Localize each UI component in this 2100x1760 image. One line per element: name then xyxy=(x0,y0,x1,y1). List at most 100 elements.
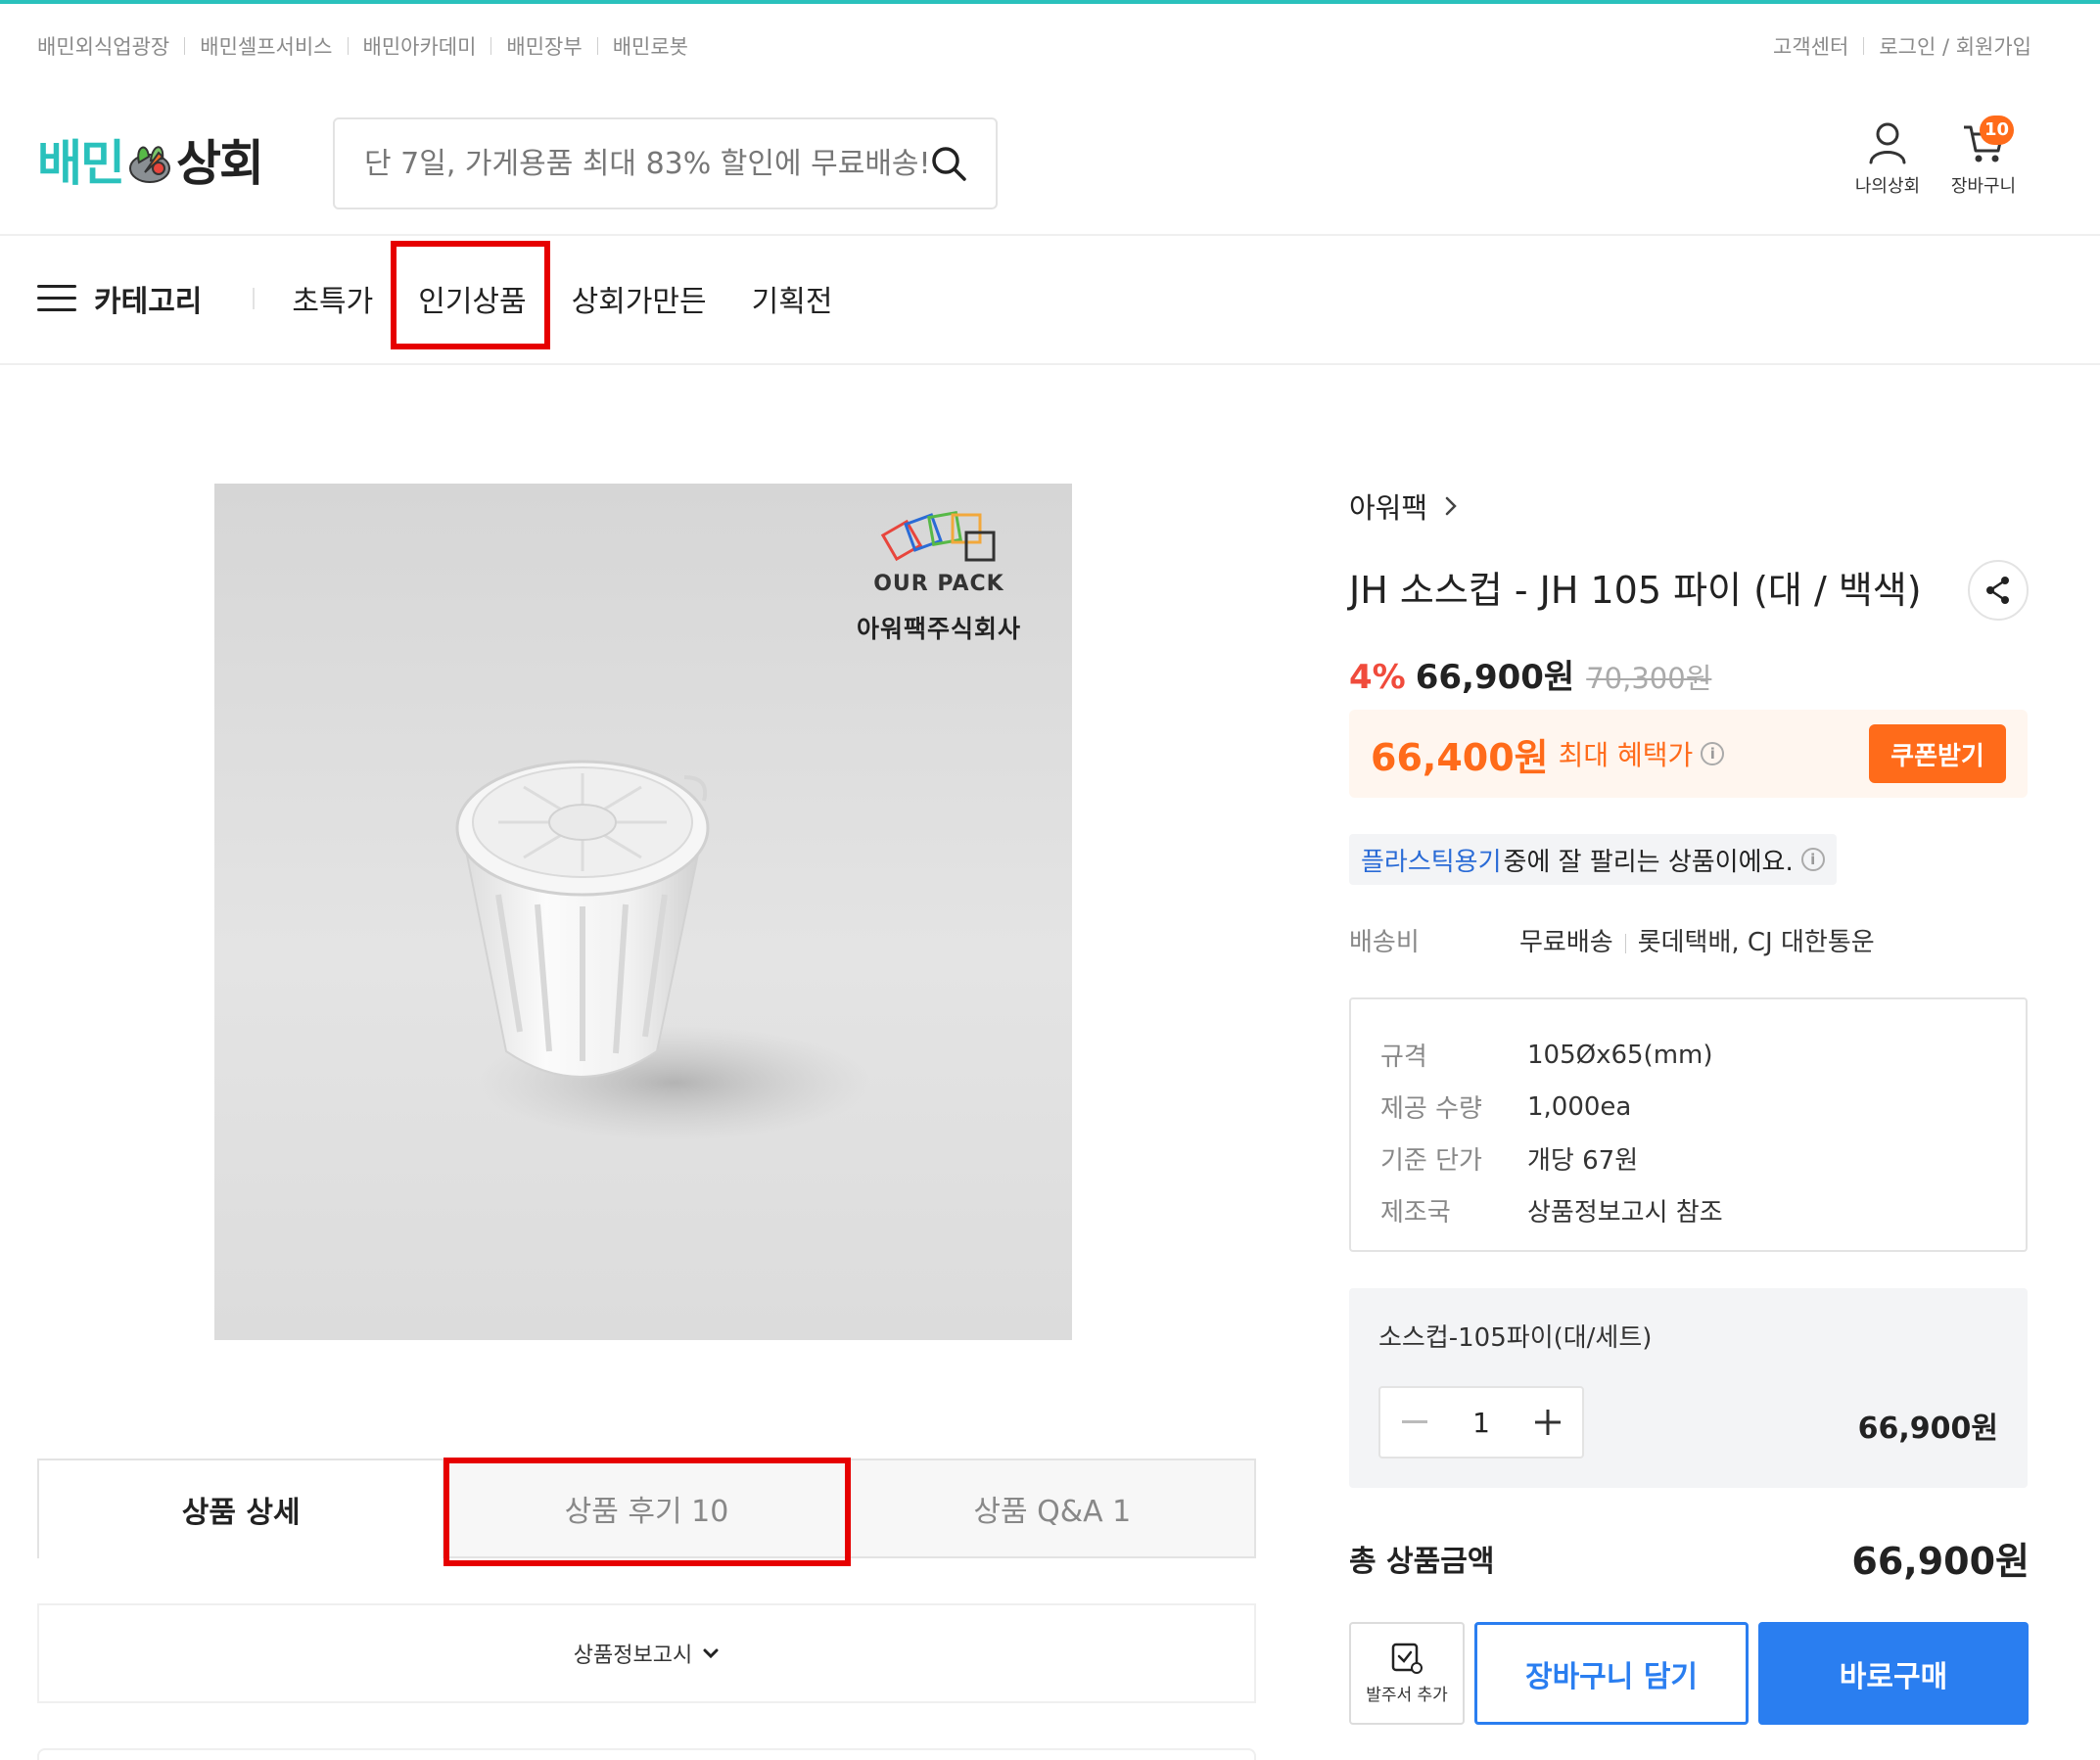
nav-item-exhibitions[interactable]: 기획전 xyxy=(752,277,833,320)
shipping-fee: 무료배송 xyxy=(1519,928,1613,957)
add-to-cart-button[interactable]: 장바구니 담기 xyxy=(1474,1622,1749,1725)
benefit-price: 66,400원 xyxy=(1371,735,1549,779)
logo-text-baemin: 배민 xyxy=(37,135,125,192)
shipping-value: 무료배송 롯데택배, CJ 대한통운 xyxy=(1519,922,1875,958)
tab-product-detail[interactable]: 상품 상세 xyxy=(37,1459,445,1558)
account-links: 고객센터 로그인 / 회원가입 xyxy=(1773,29,2031,63)
quantity-value[interactable]: 1 xyxy=(1449,1407,1514,1439)
divider xyxy=(184,37,186,55)
cart-label: 장바구니 xyxy=(1950,176,2017,197)
decrease-quantity-button[interactable] xyxy=(1380,1388,1449,1457)
spec-label: 제공 수량 xyxy=(1380,1094,1482,1124)
product-title: JH 소스컵 - JH 105 파이 (대 / 백색) xyxy=(1349,569,1922,612)
price-row: 4% 66,900원 70,300원 xyxy=(1349,650,1711,698)
divider xyxy=(490,37,492,55)
util-link-academy[interactable]: 배민아카데미 xyxy=(363,31,477,61)
divider xyxy=(1863,37,1865,55)
highlight-reviews-tab xyxy=(443,1458,851,1566)
cart-count-badge: 10 xyxy=(1979,116,2014,145)
add-to-order-sheet-button[interactable]: 발주서 추가 xyxy=(1349,1622,1465,1725)
chevron-right-icon xyxy=(1445,496,1457,516)
vegetable-basket-icon xyxy=(129,146,170,183)
product-image[interactable]: OUR PACK 아워팩주식회사 xyxy=(214,484,1072,1340)
buy-now-button[interactable]: 바로구매 xyxy=(1758,1622,2029,1725)
spec-value: 1,000ea xyxy=(1527,1091,1632,1122)
shipping-label: 배송비 xyxy=(1349,928,1420,957)
selected-option-box: 소스컵-105파이(대/세트) 1 66,900원 xyxy=(1349,1288,2028,1488)
divider xyxy=(347,37,349,55)
search-icon[interactable] xyxy=(929,144,968,183)
divider xyxy=(1624,933,1626,953)
spec-row: 규격 105Øx65(mm) xyxy=(1380,1029,1996,1081)
utility-links: 배민외식업광장 배민셀프서비스 배민아카데미 배민장부 배민로봇 xyxy=(37,29,688,63)
spec-table: 규격 105Øx65(mm) 제공 수량 1,000ea 기준 단가 개당 67… xyxy=(1349,997,2028,1252)
top-accent-bar xyxy=(0,0,2100,4)
spec-value: 상품정보고시 참조 xyxy=(1527,1198,1723,1227)
info-icon[interactable]: i xyxy=(1701,742,1725,765)
plus-icon xyxy=(1535,1410,1561,1435)
total-label: 총 상품금액 xyxy=(1349,1545,1495,1579)
total-price: 66,900원 xyxy=(1851,1540,2030,1583)
sale-price: 66,900원 xyxy=(1415,658,1575,697)
info-notice-label: 상품정보고시 xyxy=(573,1644,693,1668)
spec-row: 기준 단가 개당 67원 xyxy=(1380,1133,1996,1184)
spec-value: 개당 67원 xyxy=(1527,1146,1639,1176)
divider xyxy=(596,37,598,55)
tab-qna[interactable]: 상품 Q&A 1 xyxy=(850,1459,1256,1558)
util-link-self-service[interactable]: 배민셀프서비스 xyxy=(200,31,332,61)
search-bar xyxy=(333,117,998,209)
get-coupon-button[interactable]: 쿠폰받기 xyxy=(1869,724,2006,783)
category-menu-button[interactable]: 카테고리 xyxy=(37,277,202,320)
nav-divider xyxy=(0,363,2100,365)
util-link-robot[interactable]: 배민로봇 xyxy=(613,31,688,61)
product-info-notice-toggle[interactable]: 상품정보고시 xyxy=(37,1603,1256,1703)
logo-text-sanghoe: 상회 xyxy=(176,135,264,192)
sauce-cup-illustration xyxy=(455,760,870,1141)
spec-row: 제조국 상품정보고시 참조 xyxy=(1380,1184,1996,1236)
nav-item-super-deal[interactable]: 초특가 xyxy=(292,277,373,320)
popular-badge: 플라스틱용기 중에 잘 팔리는 상품이에요. i xyxy=(1349,834,1837,885)
spec-label: 기준 단가 xyxy=(1380,1146,1482,1176)
spec-label: 규격 xyxy=(1380,1042,1427,1072)
search-input[interactable] xyxy=(364,146,929,181)
minus-icon xyxy=(1402,1420,1427,1423)
util-link-foodservice[interactable]: 배민외식업광장 xyxy=(37,31,169,61)
my-store-button[interactable]: 나의상회 xyxy=(1843,121,1932,198)
increase-quantity-button[interactable] xyxy=(1514,1388,1582,1457)
header-divider xyxy=(0,234,2100,236)
login-signup-link[interactable]: 로그인 / 회원가입 xyxy=(1879,31,2031,61)
order-sheet-icon xyxy=(1391,1643,1423,1674)
popular-text: 중에 잘 팔리는 상품이에요. xyxy=(1503,847,1794,877)
shipping-carrier: 롯데택배, CJ 대한통운 xyxy=(1637,928,1875,957)
spec-row: 제공 수량 1,000ea xyxy=(1380,1081,1996,1133)
spec-value: 105Øx65(mm) xyxy=(1527,1040,1713,1070)
discount-rate: 4% xyxy=(1349,658,1406,697)
cart-button[interactable]: 10 장바구니 xyxy=(1939,116,2028,198)
brand-link[interactable]: 아워팩 xyxy=(1349,486,1459,527)
highlight-popular-nav xyxy=(391,241,550,349)
brand-name: 아워팩 xyxy=(1349,491,1428,525)
max-benefit-box: 66,400원 최대 혜택가 i 쿠폰받기 xyxy=(1349,710,2028,798)
detail-content-box xyxy=(37,1748,1256,1760)
info-icon[interactable]: i xyxy=(1800,848,1825,871)
divider xyxy=(253,288,256,309)
benefit-label: 최대 혜택가 xyxy=(1558,739,1694,771)
order-add-label: 발주서 추가 xyxy=(1366,1686,1448,1705)
spec-label: 제조국 xyxy=(1380,1198,1451,1227)
shipping-row: 배송비 무료배송 롯데택배, CJ 대한통운 xyxy=(1349,922,1875,958)
chevron-down-icon xyxy=(703,1648,719,1659)
category-label: 카테고리 xyxy=(94,285,203,319)
quantity-stepper: 1 xyxy=(1378,1386,1584,1459)
customer-center-link[interactable]: 고객센터 xyxy=(1773,31,1848,61)
my-store-label: 나의상회 xyxy=(1854,176,1921,197)
popular-category-link[interactable]: 플라스틱용기 xyxy=(1361,842,1502,878)
share-button[interactable] xyxy=(1968,560,2029,621)
site-logo[interactable]: 배민 상회 xyxy=(37,125,264,194)
option-price: 66,900원 xyxy=(1857,1412,1998,1446)
hamburger-menu-icon xyxy=(37,283,76,314)
nav-item-sanghoe-made[interactable]: 상회가만든 xyxy=(572,277,707,320)
util-link-ledger[interactable]: 배민장부 xyxy=(506,31,582,61)
share-icon xyxy=(1986,577,2009,604)
original-price: 70,300원 xyxy=(1586,662,1712,695)
option-name: 소스컵-105파이(대/세트) xyxy=(1378,1323,1653,1353)
